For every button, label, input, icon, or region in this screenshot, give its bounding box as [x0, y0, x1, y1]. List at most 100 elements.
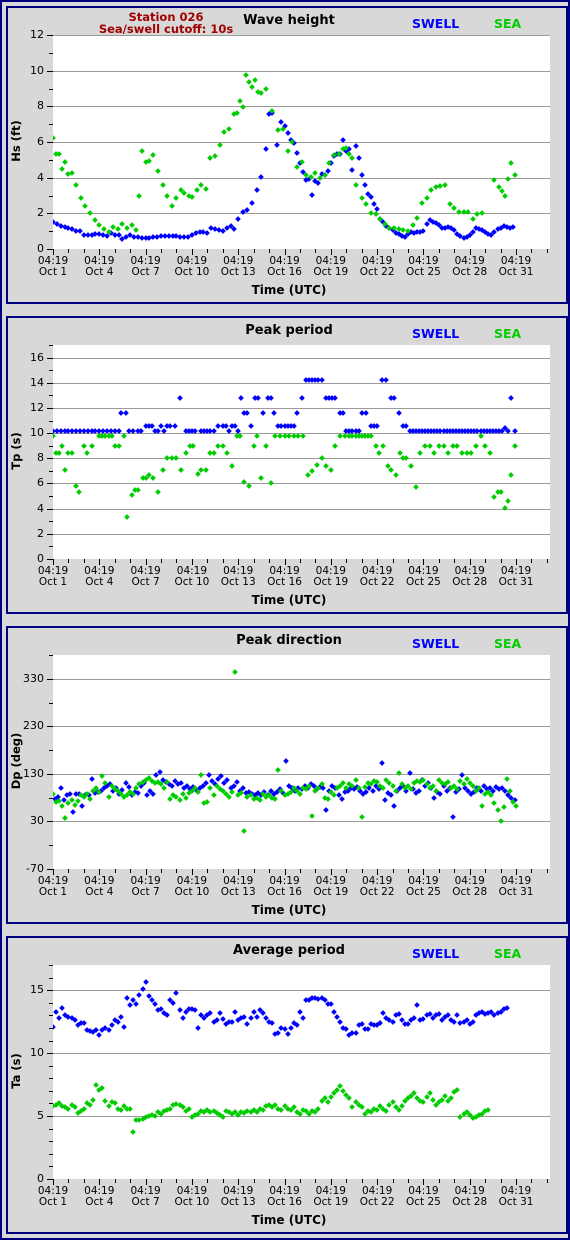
y-tick-minor [49, 420, 53, 422]
panel-title-3: Peak direction [236, 633, 342, 648]
y-tick-major [47, 106, 53, 108]
x-tick-minor [361, 559, 363, 563]
data-point-swell [231, 226, 238, 233]
x-tick-minor [207, 869, 209, 873]
data-point-sea [150, 152, 157, 159]
gridline [53, 821, 550, 822]
data-point-sea [349, 1104, 356, 1111]
data-point-sea [236, 98, 243, 104]
x-tick-minor [269, 559, 271, 563]
data-point-swell [232, 1008, 238, 1015]
data-point-sea [388, 467, 394, 474]
data-point-sea [417, 450, 424, 457]
data-point-sea [414, 214, 421, 221]
y-tick-label: 14 [30, 375, 44, 389]
y-tick-minor [49, 445, 53, 447]
data-point-swell [122, 410, 129, 416]
data-point-sea [73, 483, 79, 489]
x-tick-minor [114, 1179, 116, 1183]
x-tick-minor [438, 1179, 440, 1183]
x-tick-minor [454, 869, 456, 873]
data-point-swell [169, 782, 175, 789]
data-point-sea [327, 467, 334, 474]
data-point-swell [247, 422, 254, 429]
data-point-swell [247, 1015, 254, 1021]
data-point-sea [130, 1129, 137, 1136]
data-point-sea [150, 475, 157, 482]
data-point-sea [485, 1106, 492, 1113]
data-point-sea [440, 442, 447, 449]
data-point-sea [473, 442, 479, 449]
data-point-swell [216, 1009, 223, 1016]
x-tick-minor [130, 249, 132, 253]
x-tick-minor [299, 869, 301, 873]
data-point-sea [511, 442, 518, 449]
data-point-sea [182, 794, 189, 801]
y-tick-label: -70 [26, 862, 44, 875]
data-point-swell [270, 410, 277, 416]
data-point-swell [469, 1018, 476, 1025]
data-point-swell [57, 785, 64, 791]
data-point-sea [176, 797, 183, 803]
data-point-sea [494, 806, 501, 813]
data-point-sea [375, 450, 382, 457]
data-point-sea [380, 442, 387, 449]
x-tick-minor [438, 559, 440, 563]
y-tick-label: 12 [30, 400, 44, 414]
y-tick-minor [49, 470, 53, 472]
data-point-swell [315, 180, 322, 186]
data-point-sea [258, 475, 265, 482]
data-point-sea [219, 442, 226, 449]
y-tick-minor [49, 124, 53, 126]
data-point-sea [90, 1096, 96, 1103]
data-point-swell [176, 1007, 183, 1014]
y-tick-minor [49, 1040, 53, 1042]
data-point-sea [318, 455, 325, 462]
y-tick-minor [49, 159, 53, 161]
x-tick-minor [392, 559, 394, 563]
x-tick-minor [207, 1179, 209, 1183]
data-point-sea [442, 181, 448, 188]
data-point-swell [365, 1026, 371, 1033]
gridline [53, 142, 550, 143]
gridline [53, 679, 550, 680]
x-tick-minor [485, 559, 487, 563]
y-tick-major [47, 1116, 53, 1118]
x-tick-minor [361, 1179, 363, 1183]
legend-sea-3: SEA [494, 636, 522, 651]
data-point-sea [252, 77, 259, 84]
y-tick-major [47, 483, 53, 485]
data-point-sea [423, 195, 430, 202]
x-tick-minor [361, 869, 363, 873]
data-point-sea [155, 489, 161, 496]
data-point-swell [431, 794, 438, 801]
data-point-swell [290, 422, 297, 429]
data-point-sea [210, 792, 217, 799]
x-tick-minor [546, 249, 548, 253]
data-point-sea [221, 129, 228, 136]
plot-area-1 [53, 35, 550, 249]
data-point-swell [338, 795, 345, 802]
legend-sea-2: SEA [494, 326, 522, 341]
data-point-sea [173, 195, 180, 202]
data-point-swell [224, 776, 231, 783]
data-point-sea [446, 200, 453, 207]
data-point-sea [87, 795, 93, 802]
data-point-sea [232, 669, 238, 675]
data-point-swell [150, 791, 157, 797]
legend-sea-1: SEA [494, 16, 522, 31]
y-tick-minor [49, 1027, 53, 1029]
data-point-sea [127, 1105, 134, 1112]
x-tick-minor [299, 1179, 301, 1183]
y-tick-major [47, 990, 53, 992]
x-tick-minor [531, 249, 533, 253]
gridline [53, 408, 550, 409]
data-point-sea [454, 1086, 461, 1093]
data-point-swell [173, 990, 180, 997]
x-tick-minor [253, 559, 255, 563]
data-point-swell [374, 422, 380, 429]
data-point-swell [263, 146, 269, 152]
y-tick-major [47, 142, 53, 143]
x-tick-date: Oct 31 [498, 1196, 534, 1208]
x-tick-minor [392, 1179, 394, 1183]
